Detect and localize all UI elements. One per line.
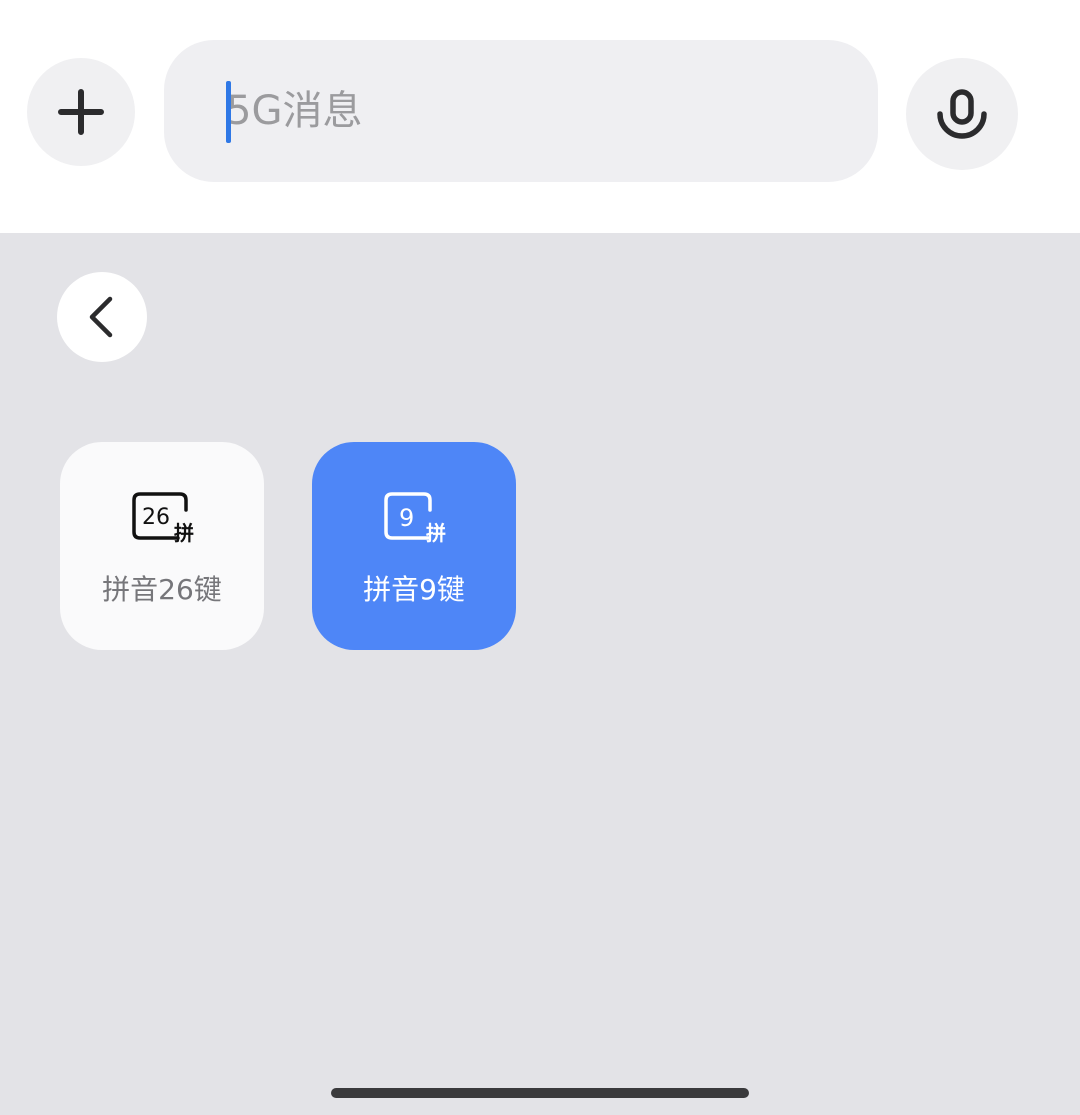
pinyin-9-key-icon-number: 9: [399, 504, 414, 532]
voice-input-button[interactable]: [906, 58, 1018, 170]
keyboard-option-pinyin-9[interactable]: 9 拼 拼音9键: [312, 442, 516, 650]
keyboard-option-pinyin-26[interactable]: 26 拼 拼音26键: [60, 442, 264, 650]
add-button[interactable]: [27, 58, 135, 166]
keyboard-switch-panel: 26 拼 拼音26键 9 拼 拼音9键: [0, 233, 1080, 1115]
pinyin-26-key-icon: 26 拼: [132, 492, 194, 545]
pinyin-26-key-icon-char: 拼: [174, 521, 194, 545]
pinyin-26-key-icon-number: 26: [142, 505, 170, 530]
message-compose-bar: 5G消息: [0, 0, 1080, 233]
pinyin-9-key-icon-char: 拼: [426, 521, 446, 545]
keyboard-option-label: 拼音26键: [102, 573, 222, 606]
back-button[interactable]: [57, 272, 147, 362]
home-indicator[interactable]: [331, 1088, 749, 1098]
text-cursor: [226, 81, 231, 143]
plus-icon: [58, 89, 104, 135]
message-input-placeholder: 5G消息: [226, 88, 363, 134]
pinyin-9-key-icon: 9 拼: [384, 492, 446, 545]
chevron-left-icon: [89, 296, 113, 338]
microphone-icon: [937, 89, 987, 139]
keyboard-option-label: 拼音9键: [363, 573, 465, 606]
message-input[interactable]: 5G消息: [164, 40, 878, 182]
